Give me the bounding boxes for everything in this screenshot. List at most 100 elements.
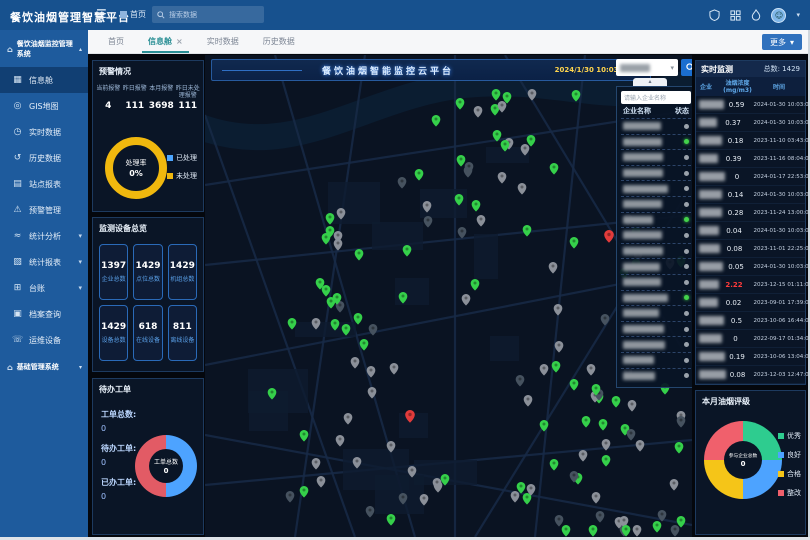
workorder-stat-value: 0 bbox=[101, 424, 203, 433]
tab-bar: 首页信息舱×实时数据历史数据 更多 ▾ bbox=[88, 30, 810, 54]
sidebar-group-header[interactable]: ⌂ 餐饮油烟监控管理系统 ▴ bbox=[0, 30, 88, 67]
masked-company-name bbox=[623, 138, 662, 146]
sidebar-item-11[interactable]: ☏运维设备 bbox=[0, 327, 88, 353]
tab-2[interactable]: 信息舱× bbox=[136, 30, 195, 53]
masked-company-name bbox=[623, 231, 662, 239]
list-item[interactable] bbox=[621, 212, 691, 228]
base-system-icon: ⌂ bbox=[7, 363, 13, 372]
monthly-rating-panel: 本月油烟评级 参与企业总数 0 优秀良好合格整改 bbox=[695, 390, 806, 535]
gis-map[interactable]: 餐饮油烟智能监控云平台 2024/1/30 10:03 星期二 ▾ ▴ 请输入企… bbox=[205, 55, 692, 537]
alarm-stat-label: 昨日未处理报警 bbox=[175, 85, 202, 99]
table-row[interactable]: 0.052024-01-30 10:03:00 bbox=[696, 258, 805, 276]
dropdown-collapse-button[interactable]: ▴ bbox=[633, 78, 667, 86]
table-row[interactable]: 02024-01-17 22:53:00 bbox=[696, 168, 805, 186]
company-select[interactable]: ▾ bbox=[616, 59, 678, 76]
list-item[interactable] bbox=[621, 352, 691, 368]
sidebar-item-6[interactable]: ⚠预警管理 bbox=[0, 197, 88, 223]
list-item[interactable] bbox=[621, 305, 691, 321]
list-item[interactable] bbox=[621, 321, 691, 337]
hamburger-menu-icon[interactable]: ☰ bbox=[96, 7, 107, 21]
list-item[interactable] bbox=[621, 290, 691, 306]
apps-grid-icon[interactable] bbox=[730, 10, 741, 21]
more-button[interactable]: 更多 ▾ bbox=[762, 34, 802, 50]
masked-company-name bbox=[623, 356, 654, 364]
table-row[interactable]: 0.592024-01-30 10:03:00 bbox=[696, 96, 805, 114]
list-item[interactable] bbox=[621, 274, 691, 290]
sidebar-item-label: GIS地图 bbox=[29, 101, 59, 112]
search-placeholder: 搜索数据 bbox=[169, 10, 197, 20]
tab-1[interactable]: 首页 bbox=[96, 30, 136, 53]
close-icon[interactable]: × bbox=[176, 37, 183, 46]
table-row[interactable]: 0.372024-01-30 10:03:00 bbox=[696, 114, 805, 132]
tab-3[interactable]: 实时数据 bbox=[195, 30, 251, 53]
table-row[interactable]: 0.082023-11-01 22:25:00 bbox=[696, 240, 805, 258]
realtime-monitor-panel: 实时监测 总数: 1429 企业 油烟浓度(mg/m3) 时间 0.592024… bbox=[695, 60, 806, 385]
alarm-stats: 当前报警4昨日报警111本月报警3698昨日未处理报警111 bbox=[93, 81, 203, 111]
masked-company-name bbox=[699, 316, 724, 325]
company-dropdown: 请输入企业名称 企业名称 状态 bbox=[616, 86, 692, 388]
table-row[interactable]: 0.042024-01-30 10:03:00 bbox=[696, 222, 805, 240]
masked-company-name bbox=[623, 200, 662, 208]
table-row[interactable]: 0.082023-12-03 12:47:00 bbox=[696, 366, 805, 384]
table-row[interactable]: 2.222023-12-15 01:11:00 bbox=[696, 276, 805, 294]
nav-home-chip[interactable]: 首页 bbox=[120, 9, 146, 20]
chevron-down-icon[interactable]: ▾ bbox=[796, 11, 800, 19]
sidebar-item-10[interactable]: ▣档案查询 bbox=[0, 301, 88, 327]
list-item[interactable] bbox=[621, 134, 691, 150]
sidebar-item-4[interactable]: ↺历史数据 bbox=[0, 145, 88, 171]
global-search-input[interactable]: 搜索数据 bbox=[152, 6, 264, 23]
table-row[interactable]: 0.392023-11-16 08:04:00 bbox=[696, 150, 805, 168]
list-item[interactable] bbox=[621, 368, 691, 384]
flame-icon[interactable] bbox=[751, 9, 761, 21]
list-item[interactable] bbox=[621, 243, 691, 259]
alarm-stat: 昨日报警111 bbox=[122, 85, 149, 111]
table-row[interactable]: 0.52023-10-06 16:44:00 bbox=[696, 312, 805, 330]
sidebar-item-3[interactable]: ◷实时数据 bbox=[0, 119, 88, 145]
status-dot-gray bbox=[684, 264, 689, 269]
sidebar-item-9[interactable]: ⊞台账▾ bbox=[0, 275, 88, 301]
table-row[interactable]: 0.282023-11-24 13:00:00 bbox=[696, 204, 805, 222]
user-avatar[interactable]: ☺ bbox=[771, 8, 786, 23]
sidebar-item-2[interactable]: ◎GIS地图 bbox=[0, 93, 88, 119]
masked-company-name bbox=[699, 118, 717, 127]
list-item[interactable] bbox=[621, 336, 691, 352]
masked-company-name bbox=[699, 226, 719, 235]
device-stat-box: 1429设备总数 bbox=[99, 305, 128, 361]
device-stat-box: 811离线设备 bbox=[168, 305, 197, 361]
list-item[interactable] bbox=[621, 196, 691, 212]
masked-company-name bbox=[623, 309, 659, 317]
shield-icon[interactable] bbox=[709, 9, 720, 21]
column-status: 状态 bbox=[675, 106, 689, 116]
panel-title: 实时监测 bbox=[701, 64, 733, 75]
sidebar-group-label: 基础管理系统 bbox=[17, 362, 59, 372]
device-stat-label: 点位总数 bbox=[136, 274, 160, 283]
legend-item: 整改 bbox=[778, 488, 801, 498]
alarm-stat: 本月报警3698 bbox=[148, 85, 175, 111]
timestamp: 2023-11-01 22:25:00 bbox=[753, 245, 805, 251]
sidebar-item-1[interactable]: ▦信息舱 bbox=[0, 67, 88, 93]
list-item[interactable] bbox=[621, 149, 691, 165]
company-search-button[interactable] bbox=[681, 59, 692, 76]
list-item[interactable] bbox=[621, 180, 691, 196]
sidebar-item-7[interactable]: ≈统计分析▾ bbox=[0, 223, 88, 249]
sidebar-group-base[interactable]: ⌂基础管理系统▾ bbox=[0, 353, 88, 380]
ledger-icon: ⊞ bbox=[12, 283, 23, 293]
table-row[interactable]: 0.142024-01-30 10:03:00 bbox=[696, 186, 805, 204]
table-row[interactable]: 0.182023-11-10 03:43:00 bbox=[696, 132, 805, 150]
concentration-value: 0.08 bbox=[726, 371, 749, 379]
table-row[interactable]: 02022-09-17 01:34:00 bbox=[696, 330, 805, 348]
company-name-input[interactable]: 请输入企业名称 bbox=[621, 91, 691, 104]
table-row[interactable]: 0.192023-10-06 13:04:00 bbox=[696, 348, 805, 366]
list-item[interactable] bbox=[621, 258, 691, 274]
list-item[interactable] bbox=[621, 227, 691, 243]
sidebar-item-5[interactable]: ▤站点报表 bbox=[0, 171, 88, 197]
workorder-donut: 工单总数 0 bbox=[135, 435, 197, 497]
tab-4[interactable]: 历史数据 bbox=[251, 30, 307, 53]
sidebar-item-8[interactable]: ▧统计报表▾ bbox=[0, 249, 88, 275]
total-count: 总数: 1429 bbox=[764, 64, 800, 74]
list-item[interactable] bbox=[621, 118, 691, 134]
app-window: 餐饮油烟管理智慧平台 ☰ 首页 搜索数据 bbox=[0, 0, 810, 540]
table-row[interactable]: 0.022023-09-01 17:39:00 bbox=[696, 294, 805, 312]
alarm-stat-value: 4 bbox=[95, 101, 122, 111]
list-item[interactable] bbox=[621, 165, 691, 181]
